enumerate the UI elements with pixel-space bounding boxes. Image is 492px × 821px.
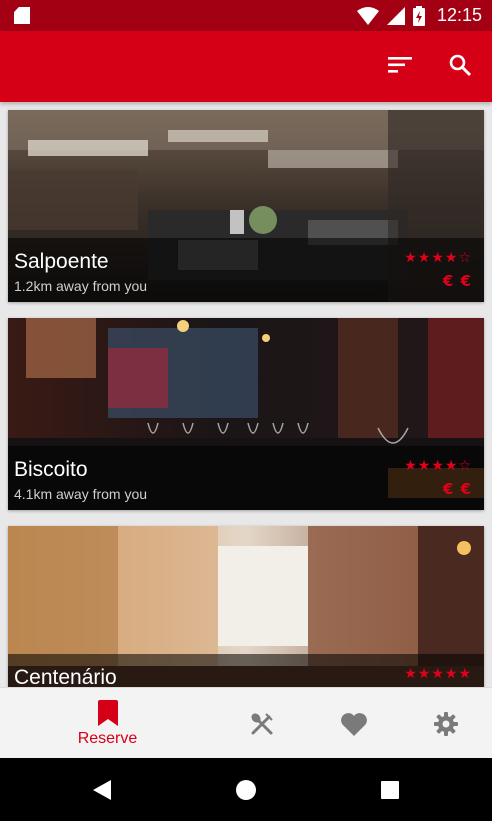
restaurant-name: Centenário xyxy=(14,666,117,687)
home-icon xyxy=(236,780,256,800)
clock: 12:15 xyxy=(436,5,482,25)
heart-icon xyxy=(340,712,367,736)
restaurant-name: Salpoente xyxy=(14,250,109,273)
search-button[interactable] xyxy=(442,47,478,83)
restaurant-card[interactable]: Salpoente 1.2km away from you ★★★★☆ € € xyxy=(8,110,484,302)
bottom-navigation: Reserve xyxy=(0,687,492,758)
home-button[interactable] xyxy=(231,775,261,805)
rating-stars: ★★★★☆ xyxy=(404,458,472,474)
battery-charging-icon xyxy=(412,5,425,26)
search-icon xyxy=(449,54,472,77)
restaurant-card[interactable]: Centenário ★★★★★ xyxy=(8,526,484,687)
gear-icon xyxy=(433,711,458,736)
restaurant-card[interactable]: Biscoito 4.1km away from you ★★★★☆ € € xyxy=(8,318,484,510)
nav-reserve[interactable]: Reserve xyxy=(46,688,169,759)
filter-button[interactable] xyxy=(382,47,418,83)
system-navigation-bar xyxy=(0,758,492,821)
nav-label: Reserve xyxy=(77,729,138,747)
sd-card-icon xyxy=(14,7,30,24)
price-level: € € xyxy=(442,480,472,498)
rating-stars: ★★★★★ xyxy=(404,666,472,682)
restaurant-distance: 4.1km away from you xyxy=(14,486,148,502)
app-bar xyxy=(0,31,492,102)
restaurant-name: Biscoito xyxy=(14,458,88,481)
rating-stars: ★★★★☆ xyxy=(404,250,472,266)
bookmark-icon xyxy=(97,699,118,726)
signal-icon xyxy=(386,6,405,25)
back-icon xyxy=(93,780,111,800)
price-level: € € xyxy=(442,272,472,290)
status-bar: 12:15 xyxy=(0,0,492,31)
wifi-icon xyxy=(356,6,379,25)
nav-settings[interactable] xyxy=(384,688,492,759)
recents-icon xyxy=(381,781,399,799)
filter-icon xyxy=(388,57,412,73)
back-button[interactable] xyxy=(87,775,117,805)
restaurant-list[interactable]: Salpoente 1.2km away from you ★★★★☆ € € xyxy=(0,102,492,687)
status-icons: 12:15 xyxy=(356,0,482,31)
cutlery-icon xyxy=(250,712,273,734)
restaurant-distance: 1.2km away from you xyxy=(14,278,148,294)
recents-button[interactable] xyxy=(375,775,405,805)
